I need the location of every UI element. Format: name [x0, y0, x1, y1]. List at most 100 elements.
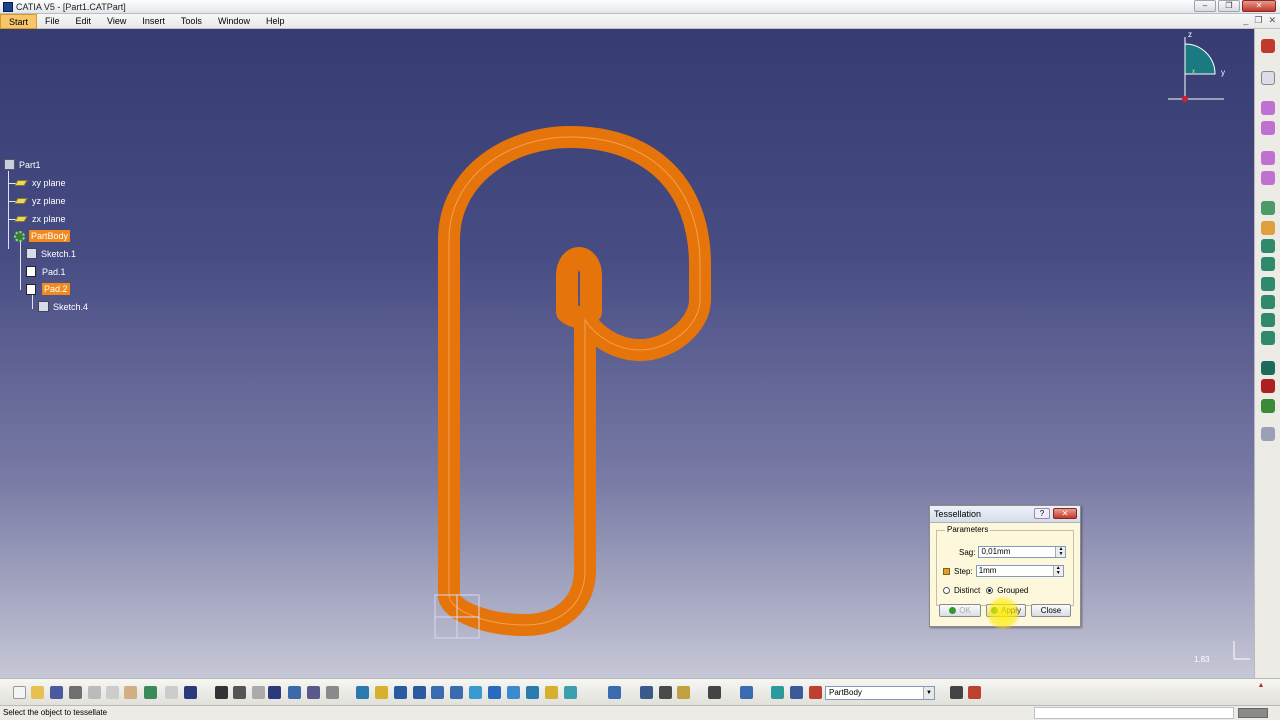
hide-show-icon[interactable]: [545, 686, 558, 699]
open-folder-icon[interactable]: [31, 686, 44, 699]
parameters-group: Parameters Sag: 0,01mm ▲ ▼ Step: 1mm ▲ ▼ D…: [936, 525, 1074, 606]
grouped-radio[interactable]: [986, 587, 994, 594]
close-dialog-button[interactable]: Close: [1031, 604, 1071, 617]
doc-minimize-icon[interactable]: _: [1243, 15, 1248, 26]
menu-edit[interactable]: Edit: [68, 14, 100, 29]
fit-all-icon[interactable]: [375, 686, 388, 699]
multi-view-icon[interactable]: [488, 686, 501, 699]
paste-icon[interactable]: [124, 686, 137, 699]
iso-view-icon[interactable]: [507, 686, 520, 699]
apply-button[interactable]: Apply: [986, 604, 1026, 617]
window-controls: – ❐ ✕: [1194, 0, 1276, 12]
ok-button[interactable]: OK: [939, 604, 981, 617]
axis-system-icon[interactable]: [326, 686, 339, 699]
dialog-title-bar: Tessellation ? ✕: [930, 506, 1080, 523]
menu-window[interactable]: Window: [210, 14, 258, 29]
comment-icon[interactable]: [233, 686, 246, 699]
close-button[interactable]: ✕: [1242, 0, 1276, 12]
new-file-icon[interactable]: [13, 686, 26, 699]
constraint-icon[interactable]: [640, 686, 653, 699]
select-arrow-icon[interactable]: [1261, 71, 1275, 85]
menu-tools[interactable]: Tools: [173, 14, 210, 29]
exit-workbench-icon[interactable]: [968, 686, 981, 699]
pattern-tool-icon[interactable]: [1261, 331, 1275, 345]
rotate-icon[interactable]: [413, 686, 426, 699]
sketch-tool-icon[interactable]: [1261, 39, 1275, 53]
step-input[interactable]: 1mm ▲ ▼: [975, 565, 1064, 577]
table-icon[interactable]: [268, 686, 281, 699]
update-icon[interactable]: [608, 686, 621, 699]
body-combo[interactable]: PartBody ▼: [825, 686, 935, 700]
tessellation-dialog: Tessellation ? ✕ Parameters Sag: 0,01mm …: [929, 505, 1081, 627]
maximize-button[interactable]: ❐: [1218, 0, 1240, 12]
pocket-tool-icon[interactable]: [1261, 121, 1275, 135]
step-spinner-icon[interactable]: ▲ ▼: [1052, 566, 1063, 576]
boolean-tool-icon[interactable]: [1261, 361, 1275, 375]
distinct-radio[interactable]: [943, 587, 950, 594]
chamfer-tool-icon[interactable]: [1261, 221, 1275, 235]
sketch-analysis-icon[interactable]: [950, 686, 963, 699]
compass-widget[interactable]: z y x: [1166, 29, 1226, 109]
redo-icon[interactable]: [165, 686, 178, 699]
bottle-tool-icon[interactable]: [677, 686, 690, 699]
zoom-in-icon[interactable]: [431, 686, 444, 699]
mirror-tool-icon[interactable]: [1261, 313, 1275, 327]
right-toolbar: [1254, 29, 1280, 678]
menu-help[interactable]: Help: [258, 14, 293, 29]
normal-view-icon[interactable]: [469, 686, 482, 699]
analysis-tool-icon[interactable]: [1261, 399, 1275, 413]
apply-material-icon[interactable]: [1261, 427, 1275, 441]
print-icon[interactable]: [69, 686, 82, 699]
pad-tool-icon[interactable]: [1261, 101, 1275, 115]
doc-restore-icon[interactable]: ❐: [1254, 15, 1262, 26]
sag-spinner-icon[interactable]: ▲ ▼: [1055, 547, 1066, 557]
distinct-label: Distinct: [954, 586, 981, 595]
pan-icon[interactable]: [394, 686, 407, 699]
shell-tool-icon[interactable]: [1261, 257, 1275, 271]
body-combo-value: PartBody: [829, 688, 862, 697]
translate-tool-icon[interactable]: [1261, 295, 1275, 309]
sag-input[interactable]: 0,01mm ▲ ▼: [978, 546, 1067, 558]
title-bar: CATIA V5 - [Part1.CATPart] – ❐ ✕: [0, 0, 1280, 14]
step-checkbox[interactable]: [943, 567, 950, 575]
cut-icon[interactable]: [88, 686, 101, 699]
shaft-tool-icon[interactable]: [1261, 151, 1275, 165]
apply-green-icon: [990, 607, 998, 614]
undo-icon[interactable]: [144, 686, 157, 699]
fly-mode-icon[interactable]: [356, 686, 369, 699]
chevron-down-icon[interactable]: ▼: [923, 687, 934, 699]
measure-tool-icon[interactable]: [1261, 379, 1275, 393]
whats-this-icon[interactable]: [184, 686, 197, 699]
dialog-help-button[interactable]: ?: [1034, 508, 1050, 519]
macro-icon[interactable]: [307, 686, 320, 699]
copy-icon[interactable]: [106, 686, 119, 699]
menu-insert[interactable]: Insert: [134, 14, 173, 29]
shading-icon[interactable]: [526, 686, 539, 699]
minimize-button[interactable]: –: [1194, 0, 1216, 12]
draft-tool-icon[interactable]: [1261, 239, 1275, 253]
formula-icon[interactable]: [215, 686, 228, 699]
body-selector-icon[interactable]: [809, 686, 822, 699]
render-icon[interactable]: [708, 686, 721, 699]
fillet-tool-icon[interactable]: [1261, 201, 1275, 215]
thickness-tool-icon[interactable]: [1261, 277, 1275, 291]
knowledge-icon[interactable]: [252, 686, 265, 699]
tessellate-tool-icon[interactable]: [659, 686, 672, 699]
doc-close-icon[interactable]: ✕: [1268, 15, 1276, 26]
swap-space-icon[interactable]: [564, 686, 577, 699]
menu-view[interactable]: View: [99, 14, 134, 29]
save-icon[interactable]: [50, 686, 63, 699]
define-work-object-icon[interactable]: [790, 686, 803, 699]
compass-z-label: z: [1188, 30, 1192, 39]
command-input[interactable]: [1034, 707, 1234, 719]
measure-icon[interactable]: [740, 686, 753, 699]
status-grip[interactable]: [1238, 708, 1268, 718]
step-label: Step:: [954, 566, 973, 576]
menu-start[interactable]: Start: [0, 13, 38, 29]
menu-file[interactable]: File: [37, 14, 68, 29]
reframe-icon[interactable]: [771, 686, 784, 699]
dialog-close-x-button[interactable]: ✕: [1053, 508, 1077, 519]
zoom-out-icon[interactable]: [450, 686, 463, 699]
catalog-icon[interactable]: [288, 686, 301, 699]
groove-tool-icon[interactable]: [1261, 171, 1275, 185]
